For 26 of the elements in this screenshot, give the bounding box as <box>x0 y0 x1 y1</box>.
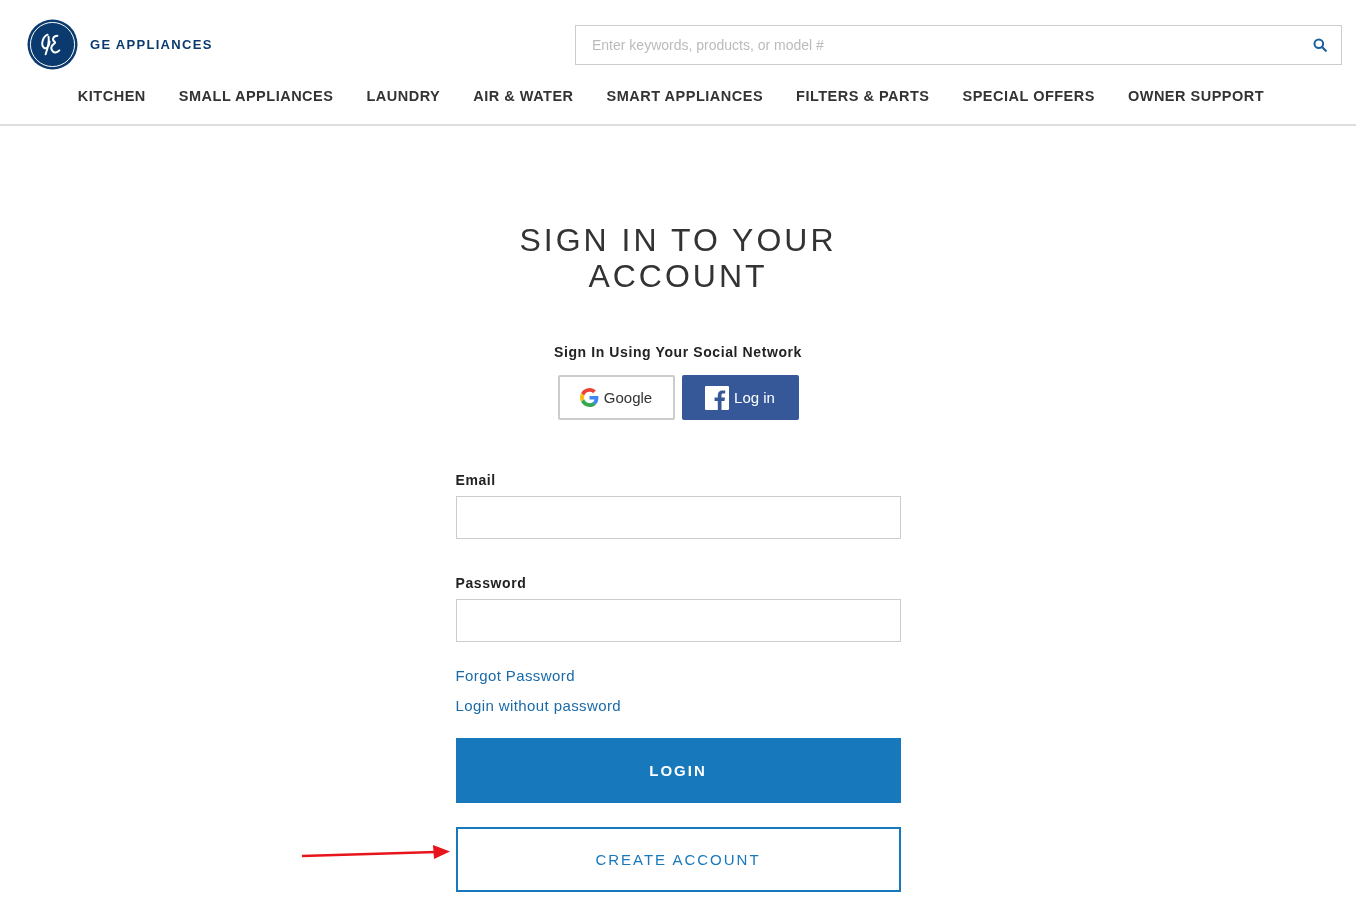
google-g-icon <box>579 388 599 407</box>
field-label: Email <box>455 472 497 488</box>
google-login-button[interactable]: Google <box>557 375 675 420</box>
facebook-f-icon <box>705 385 730 410</box>
nav-link[interactable]: SPECIAL OFFERS <box>962 88 1095 104</box>
facebook-login-button[interactable]: Log in <box>681 375 799 420</box>
page-title: SIGN IN TO YOUR ACCOUNT <box>518 222 838 294</box>
nav-link[interactable]: OWNER SUPPORT <box>1127 88 1265 104</box>
brand-name[interactable]: GE APPLIANCES <box>90 37 213 52</box>
logo-emblem-icon[interactable] <box>27 19 78 70</box>
search-field[interactable]: Enter keywords, products, or model # <box>575 24 1342 65</box>
login-button[interactable]: LOGIN <box>455 738 901 803</box>
search-icon[interactable] <box>1313 37 1327 52</box>
create-account-button[interactable]: CREATE ACCOUNT <box>455 827 901 892</box>
text-link[interactable]: Forgot Password <box>455 667 575 684</box>
nav-link[interactable]: SMART APPLIANCES <box>606 88 764 104</box>
social-heading: Sign In Using Your Social Network <box>554 344 802 360</box>
field-label: Password <box>455 575 528 591</box>
password-field[interactable] <box>455 599 901 642</box>
text-link[interactable]: Login without password <box>455 697 622 714</box>
nav-link[interactable]: LAUNDRY <box>366 88 441 104</box>
nav-link[interactable]: FILTERS & PARTS <box>796 88 930 104</box>
nav-link[interactable]: AIR & WATER <box>473 88 574 104</box>
nav-link[interactable]: KITCHEN <box>77 88 146 104</box>
nav-link[interactable]: SMALL APPLIANCES <box>178 88 334 104</box>
email-field[interactable] <box>455 496 901 539</box>
